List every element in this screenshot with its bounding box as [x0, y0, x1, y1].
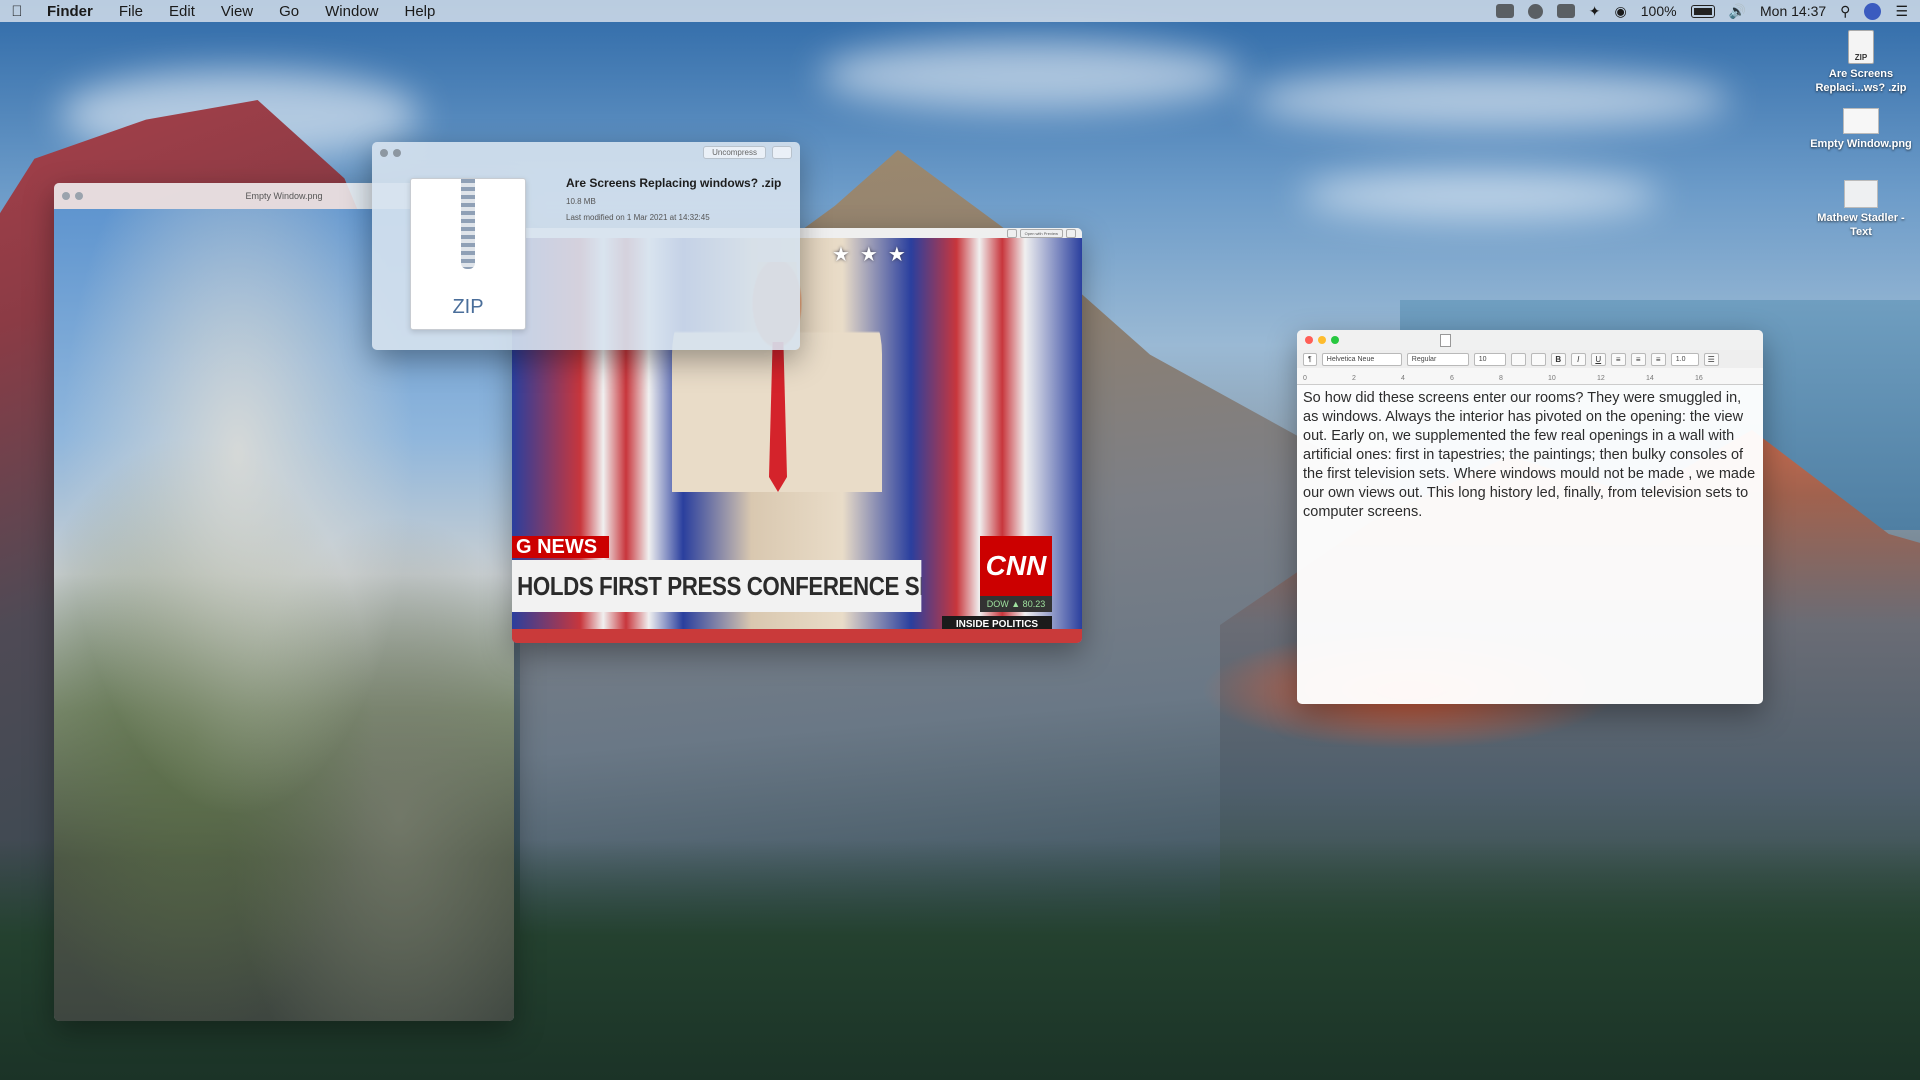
- menu-edit[interactable]: Edit: [156, 3, 208, 20]
- open-with-preview-button[interactable]: Open with Preview: [1019, 229, 1063, 238]
- list-icon[interactable]: ☰: [1703, 352, 1719, 366]
- bold-button[interactable]: B: [1550, 352, 1566, 366]
- share-icon[interactable]: [1066, 229, 1076, 238]
- battery-percent: 100%: [1640, 3, 1677, 19]
- ruler-mark: 0: [1303, 375, 1307, 382]
- bluetooth-icon[interactable]: ✦: [1589, 3, 1601, 20]
- volume-icon[interactable]: 🔊: [1729, 3, 1746, 20]
- share-icon[interactable]: [772, 146, 792, 159]
- apple-icon[interactable]: : [0, 3, 34, 20]
- wallpaper-cloud: [1300, 170, 1660, 220]
- align-right-icon[interactable]: ≡: [1650, 352, 1666, 366]
- desktop-icon-label: Are Screens Replaci...ws? .zip: [1815, 68, 1907, 94]
- fullscreen-button[interactable]: [393, 149, 401, 157]
- align-left-icon[interactable]: ≡: [1610, 352, 1626, 366]
- font-style-select[interactable]: Regular: [1406, 352, 1469, 366]
- align-center-icon[interactable]: ≡: [1630, 352, 1646, 366]
- lower-strip: [512, 629, 1082, 643]
- zip-file-icon: ZIP: [410, 178, 526, 330]
- ruler-mark: 8: [1499, 375, 1503, 382]
- user-avatar[interactable]: [1864, 2, 1882, 20]
- menu-help[interactable]: Help: [392, 3, 449, 20]
- desktop-icon-label: Empty Window.png: [1810, 138, 1912, 150]
- menu-file[interactable]: File: [106, 3, 156, 20]
- zip-quicklook-window[interactable]: Uncompress ZIP Are Screens Replacing win…: [372, 142, 800, 350]
- zip-file-info: Are Screens Replacing windows? .zip 10.8…: [566, 176, 792, 222]
- format-toolbar: ¶ Helvetica Neue Regular 10 B I U ≡ ≡ ≡ …: [1297, 350, 1763, 368]
- zip-file-name: Are Screens Replacing windows? .zip: [566, 176, 782, 190]
- zip-modified-date: Last modified on 1 Mar 2021 at 14:32:45: [566, 213, 710, 222]
- italic-button[interactable]: I: [1570, 352, 1586, 366]
- zip-file-badge: ZIP: [452, 296, 484, 318]
- document-file-icon: [1844, 180, 1878, 208]
- window-controls: [380, 149, 401, 157]
- uncompress-button[interactable]: Uncompress: [703, 146, 766, 159]
- menu-go[interactable]: Go: [266, 3, 312, 20]
- notification-icon[interactable]: ☰: [1895, 3, 1908, 20]
- ruler[interactable]: 0 2 4 6 8 10 12 14 16: [1297, 368, 1763, 385]
- minimize-button[interactable]: [1318, 336, 1326, 344]
- paragraph-style-select[interactable]: ¶: [1303, 352, 1317, 366]
- font-size-select[interactable]: 10: [1473, 352, 1506, 366]
- textedit-window[interactable]: ¶ Helvetica Neue Regular 10 B I U ≡ ≡ ≡ …: [1297, 330, 1763, 704]
- desktop-icon-text[interactable]: Mathew Stadler - Text: [1806, 180, 1916, 240]
- ruler-mark: 12: [1597, 375, 1605, 382]
- zip-file-icon: ZIP: [1848, 30, 1874, 64]
- dropbox-icon[interactable]: [1495, 4, 1514, 18]
- line-spacing-select[interactable]: 1.0: [1670, 352, 1699, 366]
- close-button[interactable]: [380, 149, 388, 157]
- desktop-icon-label: Mathew Stadler - Text: [1817, 212, 1905, 238]
- news-headline: HOLDS FIRST PRESS CONFERENCE SINCE ELECT…: [512, 560, 922, 612]
- zipper-graphic: [461, 179, 475, 269]
- flag-stars: ★★★: [832, 244, 916, 266]
- ruler-mark: 16: [1695, 375, 1703, 382]
- zoom-button[interactable]: [1331, 336, 1339, 344]
- zip-file-size: 10.8 MB: [566, 197, 596, 206]
- document-text[interactable]: So how did these screens enter our rooms…: [1297, 385, 1763, 526]
- highlight-color-icon[interactable]: [1530, 352, 1546, 366]
- desktop-icon-zip[interactable]: ZIP Are Screens Replaci...ws? .zip: [1806, 30, 1916, 96]
- menu-window[interactable]: Window: [312, 3, 391, 20]
- network-logo: CNN: [980, 536, 1052, 596]
- ruler-mark: 6: [1450, 375, 1454, 382]
- ruler-mark: 10: [1548, 375, 1556, 382]
- document-icon: [1440, 334, 1451, 347]
- textedit-titlebar[interactable]: [1297, 330, 1763, 350]
- rotate-icon[interactable]: [1006, 229, 1017, 238]
- close-button[interactable]: [1305, 336, 1313, 344]
- font-family-select[interactable]: Helvetica Neue: [1321, 352, 1402, 366]
- ruler-mark: 4: [1401, 375, 1405, 382]
- video-titlebar-buttons: Open with Preview: [1006, 229, 1076, 238]
- window-controls: [1305, 336, 1339, 344]
- text-color-icon[interactable]: [1510, 352, 1526, 366]
- battery-icon[interactable]: [1690, 4, 1715, 18]
- search-icon[interactable]: ⚲: [1840, 3, 1850, 20]
- menu-bar:  Finder File Edit View Go Window Help ✦…: [0, 0, 1920, 22]
- ruler-mark: 2: [1352, 375, 1356, 382]
- menu-view[interactable]: View: [208, 3, 266, 20]
- wallpaper-cloud: [1250, 70, 1730, 130]
- menu-app-finder[interactable]: Finder: [34, 3, 106, 20]
- drive-icon[interactable]: [1556, 4, 1575, 18]
- ruler-mark: 14: [1646, 375, 1654, 382]
- wallpaper-cloud: [820, 40, 1240, 110]
- clock[interactable]: Mon 14:37: [1760, 3, 1826, 19]
- status-area: ✦ ◉ 100% 🔊 Mon 14:37 ⚲ ☰: [1495, 2, 1920, 20]
- breaking-news-label: G NEWS: [512, 536, 609, 558]
- cloud-icon[interactable]: [1527, 3, 1543, 19]
- zip-badge: ZIP: [1854, 53, 1868, 62]
- stock-ticker: DOW ▲ 80.23: [980, 596, 1052, 612]
- desktop-icon-png[interactable]: Empty Window.png: [1806, 108, 1916, 152]
- underline-button[interactable]: U: [1590, 352, 1606, 366]
- wifi-icon[interactable]: ◉: [1615, 3, 1627, 20]
- image-file-icon: [1843, 108, 1879, 134]
